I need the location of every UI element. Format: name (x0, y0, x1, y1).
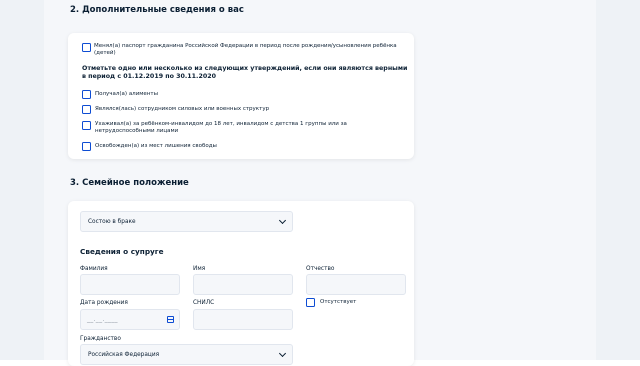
marital-status-value: Состою в браке (88, 219, 136, 225)
option-care-label: Ухаживал(а) за ребёнком-инвалидом до 18 … (95, 121, 347, 134)
option-alimony-checkbox[interactable] (82, 90, 91, 99)
section-3-title: 3. Семейное положение (70, 178, 189, 188)
left-margin (0, 0, 44, 360)
right-margin (596, 0, 640, 360)
absent-checkbox[interactable] (306, 298, 315, 307)
surname-input[interactable] (80, 274, 180, 295)
option-alimony-label: Получал(а) алименты (95, 91, 158, 97)
patronymic-label: Отчество (306, 266, 335, 272)
marital-status-select[interactable]: Состою в браке (80, 211, 293, 232)
calendar-icon[interactable] (167, 316, 174, 323)
citizenship-select[interactable]: Российская Федерация (80, 344, 293, 365)
passport-changed-label: Менял(а) паспорт гражданина Российской Ф… (94, 43, 397, 56)
absent-label: Отсутствует (320, 299, 357, 305)
passport-changed-checkbox[interactable] (82, 43, 91, 52)
option-released-checkbox[interactable] (82, 142, 91, 151)
section-2-title: 2. Дополнительные сведения о вас (70, 5, 244, 15)
snils-label: СНИЛС (193, 300, 215, 306)
snils-input[interactable] (193, 309, 293, 330)
name-input[interactable] (193, 274, 293, 295)
birth-date-label: Дата рождения (80, 300, 128, 306)
option-military-checkbox[interactable] (82, 105, 91, 114)
spouse-heading: Сведения о супруге (80, 247, 164, 256)
patronymic-input[interactable] (306, 274, 406, 295)
citizenship-label: Гражданство (80, 336, 121, 342)
option-military-label: Являлся(лась) сотрудником силовых или во… (95, 106, 270, 112)
surname-label: Фамилия (80, 266, 108, 272)
option-released-label: Освобожден(а) из мест лишения свободы (95, 143, 217, 149)
name-label: Имя (193, 266, 206, 272)
birth-date-placeholder: __.__.____ (87, 316, 118, 323)
option-care-checkbox[interactable] (82, 121, 91, 130)
instruction-text: Отметьте одно или несколько из следующих… (82, 65, 408, 80)
citizenship-value: Российская Федерация (88, 352, 160, 358)
